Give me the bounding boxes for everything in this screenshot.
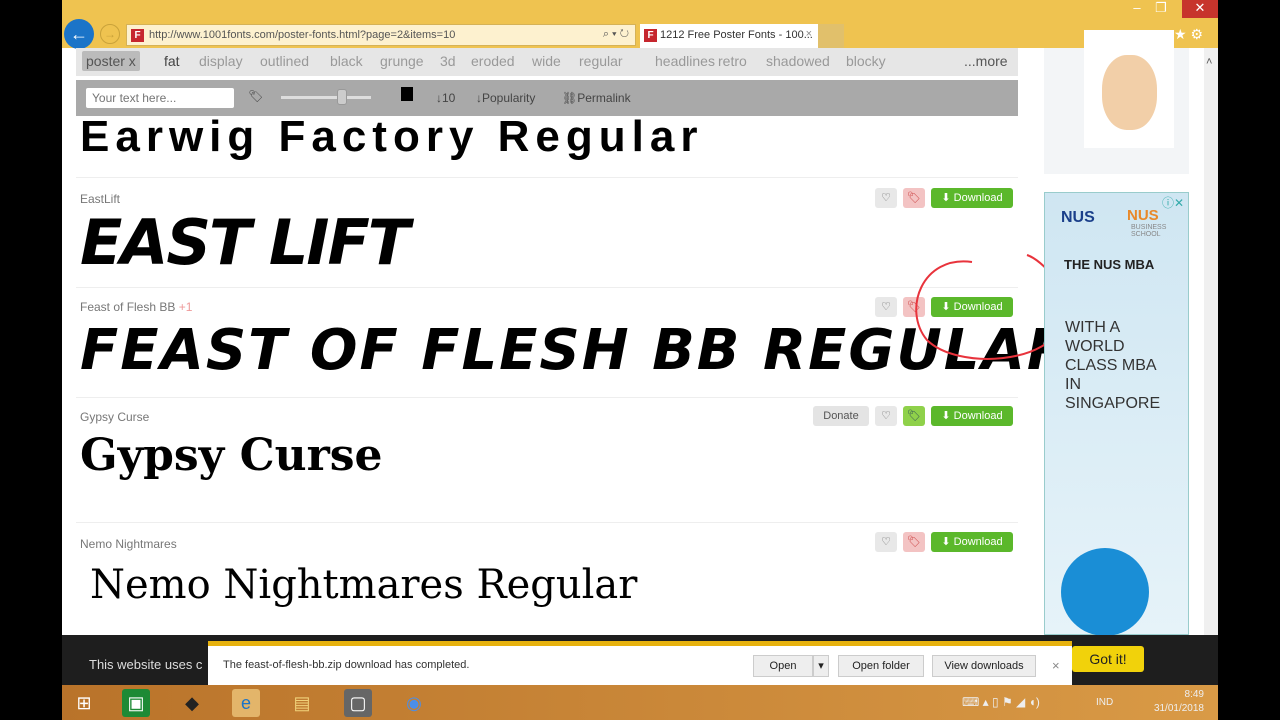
preview-toolbar: 🏷 ↓10 ↓Popularity ⛓Permalink	[76, 80, 1018, 116]
taskbar: ⊞ ▣ ◆ e ▤ ▢ ◉ ⌨ ▴ ▯ ⚑ ◢ ◖) IND 8:49 31/01…	[62, 685, 1218, 720]
heart-icon[interactable]: ♡	[875, 532, 897, 552]
tag-icon[interactable]: 🏷	[903, 406, 925, 426]
tag-icon[interactable]: 🏷	[248, 89, 263, 103]
open-button[interactable]: Open	[753, 655, 813, 677]
new-tab-button[interactable]	[818, 24, 844, 48]
side-ad-top[interactable]	[1044, 30, 1189, 174]
ad-body: WITH A WORLD CLASS MBA IN SINGAPORE	[1065, 319, 1161, 412]
windows-start-icon[interactable]: ⊞	[70, 689, 98, 717]
sort-popularity[interactable]: ↓Popularity	[476, 91, 535, 105]
font-name[interactable]: Feast of Flesh BB +1	[80, 300, 192, 314]
divider	[76, 287, 1018, 288]
restore-button[interactable]: ❐	[1148, 0, 1174, 16]
active-tag[interactable]: poster x	[82, 51, 140, 71]
nus-business-sub: BUSINESS SCHOOL	[1131, 224, 1167, 238]
ad-title: THE NUS MBA	[1064, 257, 1155, 272]
font-actions: ♡ 🏷 ⬇ Download	[875, 532, 1013, 552]
site-favicon: F	[131, 29, 144, 42]
download-notification-bar: The feast-of-flesh-bb.zip download has c…	[208, 641, 1072, 685]
font-preview: EAST LIFT	[80, 206, 410, 279]
preview-text-input[interactable]	[86, 88, 234, 108]
globe-graphic	[1061, 548, 1149, 636]
store-icon[interactable]: ▣	[122, 689, 150, 717]
font-name[interactable]: Nemo Nightmares	[80, 537, 177, 551]
language-indicator[interactable]: IND	[1096, 697, 1113, 708]
font-name[interactable]: EastLift	[80, 192, 120, 206]
color-swap-icon[interactable]	[401, 87, 413, 101]
tag-icon[interactable]: 🏷	[903, 188, 925, 208]
url-text: http://www.1001fonts.com/poster-fonts.ht…	[149, 29, 456, 41]
screen: – ❐ ✕ ← → F http://www.1001fonts.com/pos…	[62, 0, 1218, 720]
clock[interactable]: 8:49 31/01/2018	[1154, 688, 1204, 716]
tag-fat[interactable]: fat	[164, 53, 180, 69]
more-tags-link[interactable]: ...more	[964, 53, 1008, 69]
tab-active[interactable]: F 1212 Free Poster Fonts - 100... ×	[640, 24, 818, 48]
size-slider[interactable]	[281, 89, 371, 105]
font-preview: Nemo Nightmares Regular	[90, 562, 638, 608]
tag-icon[interactable]: 🏷	[903, 532, 925, 552]
tag-retro[interactable]: retro	[718, 53, 747, 69]
video-app-icon[interactable]: ▢	[344, 689, 372, 717]
top-font-preview: Earwig Factory Regular	[80, 112, 704, 161]
heart-icon[interactable]: ♡	[875, 188, 897, 208]
tag-blocky[interactable]: blocky	[846, 53, 886, 69]
open-dropdown-chevron-icon[interactable]: ▾	[813, 655, 829, 677]
file-explorer-icon[interactable]: ▤	[288, 689, 316, 717]
minimize-button[interactable]: –	[1124, 0, 1150, 15]
view-downloads-button[interactable]: View downloads	[932, 655, 1036, 677]
tag-grunge[interactable]: grunge	[380, 53, 424, 69]
download-button[interactable]: ⬇ Download	[931, 532, 1013, 552]
heart-icon[interactable]: ♡	[875, 406, 897, 426]
permalink-link[interactable]: ⛓Permalink	[562, 91, 631, 105]
download-message: The feast-of-flesh-bb.zip download has c…	[223, 659, 470, 671]
tag-headlines[interactable]: headlines	[655, 53, 715, 69]
nus-business-logo: NUS	[1127, 207, 1159, 224]
tag-display[interactable]: display	[199, 53, 243, 69]
tab-title: 1212 Free Poster Fonts - 100...	[660, 29, 813, 41]
ad-close-icon[interactable]: ⓘ✕	[1162, 194, 1184, 211]
cookie-text: This website uses c	[89, 657, 203, 672]
font-actions: Donate ♡ 🏷 ⬇ Download	[813, 406, 1013, 426]
size-value[interactable]: 10	[442, 91, 455, 105]
open-folder-button[interactable]: Open folder	[838, 655, 924, 677]
face-sticker-image	[1084, 30, 1174, 148]
tag-eroded[interactable]: eroded	[471, 53, 515, 69]
tag-shadowed[interactable]: shadowed	[766, 53, 830, 69]
back-button[interactable]: ←	[64, 19, 94, 49]
slider-handle[interactable]	[337, 89, 347, 105]
download-button[interactable]: ⬇ Download	[931, 406, 1013, 426]
tag-outlined[interactable]: outlined	[260, 53, 309, 69]
tag-wide[interactable]: wide	[532, 53, 561, 69]
font-name[interactable]: Gypsy Curse	[80, 410, 149, 424]
tag-regular[interactable]: regular	[579, 53, 623, 69]
tag-bar: poster x fat display outlined black grun…	[76, 48, 1018, 76]
heart-icon[interactable]: ♡	[875, 297, 897, 317]
font-actions: ♡ 🏷 ⬇ Download	[875, 188, 1013, 208]
font-preview: Gypsy Curse	[80, 430, 383, 481]
divider	[76, 397, 1018, 398]
forward-button[interactable]: →	[100, 24, 120, 44]
nus-mba-ad[interactable]: ⓘ✕ NUS NUS BUSINESS SCHOOL THE NUS MBA W…	[1044, 192, 1189, 636]
divider	[76, 177, 1018, 178]
tag-black[interactable]: black	[330, 53, 363, 69]
favorites-star-icon[interactable]: ★ ⚙	[1174, 26, 1203, 43]
search-refresh-icon[interactable]: ⌕ ▾ ↻	[603, 28, 629, 41]
tab-favicon: F	[644, 29, 657, 42]
scrollbar[interactable]: ˄	[1204, 48, 1218, 635]
inkscape-icon[interactable]: ◆	[178, 689, 206, 717]
tag-3d[interactable]: 3d	[440, 53, 456, 69]
tray-icons[interactable]: ⌨ ▴ ▯ ⚑ ◢ ◖)	[962, 695, 1040, 709]
download-button[interactable]: ⬇ Download	[931, 188, 1013, 208]
donate-button[interactable]: Donate	[813, 406, 869, 426]
got-it-button[interactable]: Got it!	[1072, 646, 1144, 672]
chrome-icon[interactable]: ◉	[400, 689, 428, 717]
internet-explorer-icon[interactable]: e	[232, 689, 260, 717]
close-button[interactable]: ✕	[1182, 0, 1218, 18]
address-bar[interactable]: F http://www.1001fonts.com/poster-fonts.…	[126, 24, 636, 46]
divider	[76, 522, 1018, 523]
close-download-bar-icon[interactable]: ×	[1052, 658, 1060, 673]
browser-chrome: – ❐ ✕ ← → F http://www.1001fonts.com/pos…	[62, 0, 1218, 49]
nus-logo: NUS	[1061, 209, 1095, 226]
tab-close-icon[interactable]: ×	[806, 28, 812, 40]
